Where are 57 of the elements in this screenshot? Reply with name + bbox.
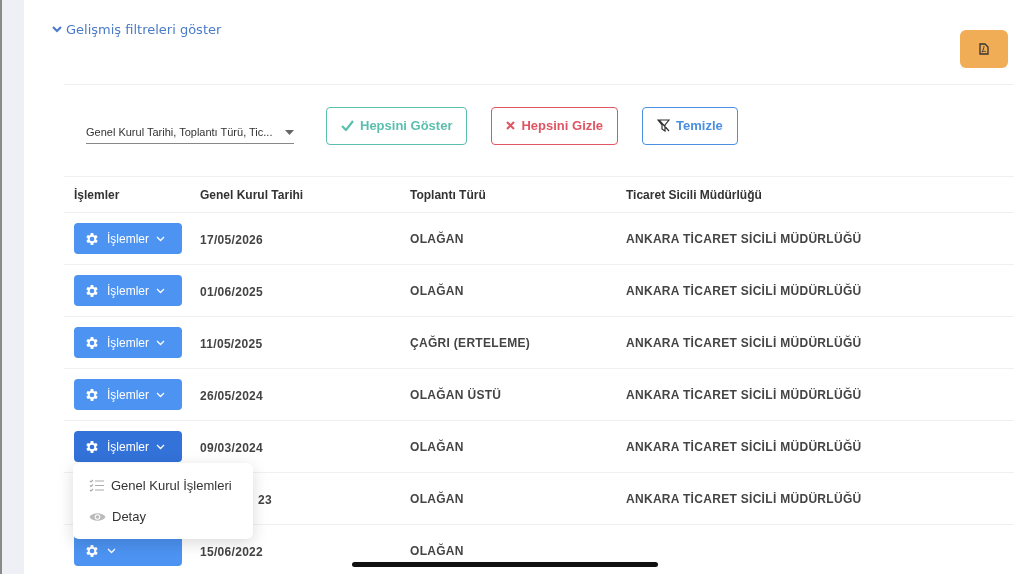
chevron-down-icon (156, 287, 165, 294)
hide-all-button[interactable]: Hepsini Gizle (491, 106, 619, 145)
table-cell: 09/03/2024 (200, 440, 264, 455)
check-icon (341, 120, 354, 131)
column-header: Ticaret Sicili Müdürlüğü (626, 187, 763, 202)
table-cell: 11/05/2025 (200, 336, 263, 351)
actions-button[interactable]: İşlemler (74, 379, 182, 410)
table-cell-text: OLAĞAN (410, 439, 465, 454)
table-cell-text: ANKARA TİCARET SİCİLİ MÜDÜRLÜĞÜ (626, 335, 863, 350)
gear-icon (84, 230, 100, 247)
table-cell-text: OLAĞAN (410, 543, 465, 558)
pdf-export-button[interactable] (960, 30, 1008, 68)
column-select[interactable]: Genel Kurul Tarihi, Toplantı Türü, Tic... (86, 121, 294, 144)
table-cell: 17/05/2026 (200, 232, 264, 247)
table-cell: 01/06/2025 (200, 284, 264, 299)
show-all-button[interactable]: Hepsini Göster (326, 106, 468, 145)
table-cell: 15/06/2022 (200, 544, 264, 559)
table-cell-text: ANKARA TİCARET SİCİLİ MÜDÜRLÜĞÜ (626, 231, 863, 246)
chevron-down-icon (156, 235, 165, 242)
gear-icon (84, 334, 100, 351)
filter-off-icon (657, 119, 671, 132)
table-cell-text: OLAĞAN (410, 491, 465, 506)
column-header: İşlemler (74, 187, 121, 202)
gear-icon (84, 282, 100, 299)
actions-button[interactable]: İşlemler (74, 327, 182, 358)
chevron-icon (52, 26, 62, 33)
actions-button[interactable]: İşlemler (74, 275, 182, 306)
gear-icon (84, 386, 100, 403)
gear-icon (84, 542, 100, 559)
chevron-down-icon (107, 547, 116, 554)
table-cell: 23 (258, 492, 272, 507)
clear-all-button[interactable]: Temizle (642, 106, 738, 145)
column-header: Genel Kurul Tarihi (200, 187, 305, 202)
pdf-file-icon (979, 43, 989, 55)
checklist-icon (89, 479, 105, 492)
menu-item[interactable]: Genel Kurul İşlemleri (89, 478, 237, 493)
table-cell: 26/05/2024 (200, 388, 264, 403)
table-cell-text: OLAĞAN (410, 231, 465, 246)
dropdown-caret-icon (285, 129, 294, 135)
table-cell-text: ANKARA TİCARET SİCİLİ MÜDÜRLÜĞÜ (626, 283, 863, 298)
actions-button[interactable]: İşlemler (74, 223, 182, 254)
gear-icon (84, 438, 100, 455)
chevron-down-icon (156, 391, 165, 398)
close-icon (506, 121, 516, 130)
chevron-down-icon (156, 339, 165, 346)
actions-button[interactable]: İşlemler (74, 431, 182, 462)
table-cell-text: ANKARA TİCARET SİCİLİ MÜDÜRLÜĞÜ (626, 387, 863, 402)
table-cell-text: OLAĞAN ÜSTÜ (410, 387, 503, 402)
table-cell-text: OLAĞAN (410, 283, 465, 298)
table-cell-text: ANKARA TİCARET SİCİLİ MÜDÜRLÜĞÜ (626, 439, 863, 454)
table-cell-text: ÇAĞRI (ERTELEME) (410, 335, 532, 350)
advanced-filters-link[interactable]: Gelişmiş filtreleri göster (52, 22, 222, 37)
menu-item[interactable]: Detay (89, 509, 237, 524)
eye-icon (89, 510, 106, 523)
table-cell-text: ANKARA TİCARET SİCİLİ MÜDÜRLÜĞÜ (626, 491, 863, 506)
column-header: Toplantı Türü (410, 187, 487, 202)
chevron-down-icon (156, 443, 165, 450)
